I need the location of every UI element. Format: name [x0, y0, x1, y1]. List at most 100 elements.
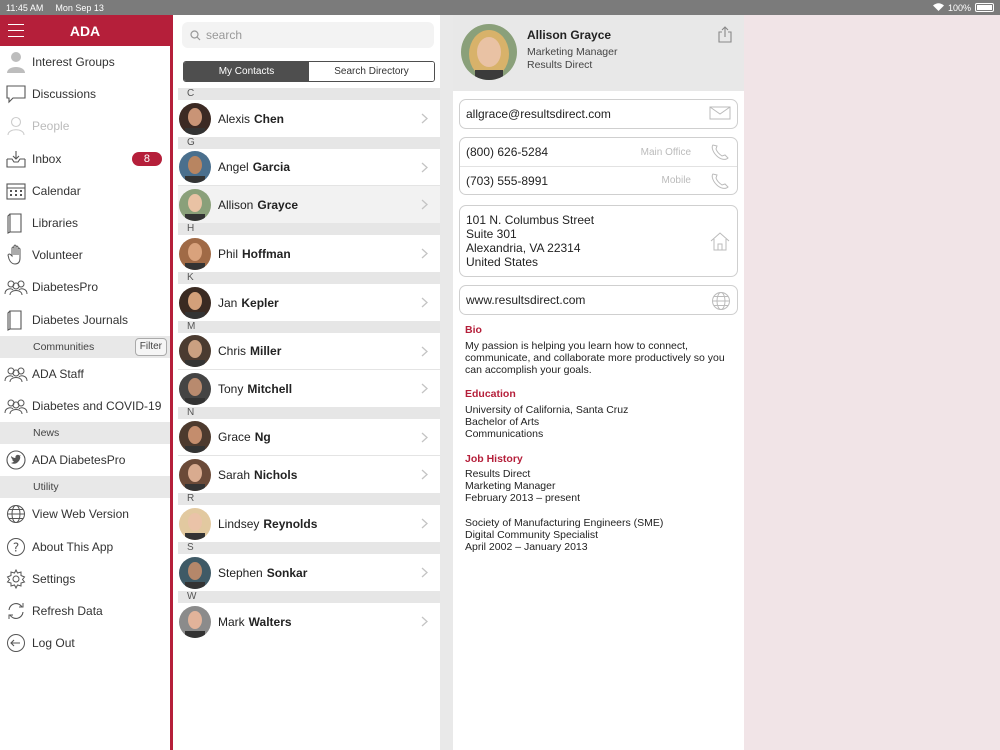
address-line: Alexandria, VA 22314	[466, 241, 581, 255]
sidebar-item-diabetes-journals[interactable]: Diabetes Journals	[0, 304, 170, 336]
email-row[interactable]: allgrace@resultsdirect.com	[460, 100, 737, 128]
sidebar-item-diabetespro[interactable]: DiabetesPro	[0, 271, 170, 303]
contact-first-name: Lindsey	[218, 516, 260, 531]
mail-icon	[709, 105, 731, 124]
group-icon	[0, 278, 32, 296]
contact-last-name: Mitchell	[247, 381, 293, 396]
share-icon[interactable]	[718, 26, 732, 48]
phone-label: Main Office	[640, 146, 691, 158]
email-value: allgrace@resultsdirect.com	[466, 107, 611, 121]
hamburger-menu-icon[interactable]	[8, 24, 24, 37]
contact-first-name: Jan	[218, 295, 238, 310]
avatar	[179, 151, 211, 183]
contact-name: Allison Grayce	[527, 28, 612, 42]
avatar	[179, 188, 211, 221]
sidebar-item-settings[interactable]: Settings	[0, 563, 170, 595]
contact-last-name: Grayce	[257, 197, 299, 212]
section-utility: Utility	[0, 476, 170, 499]
contact-row[interactable]: Stephen Sonkar	[178, 554, 440, 591]
sidebar-item-label: View Web Version	[32, 507, 129, 522]
contact-row[interactable]: Mark Walters	[178, 603, 440, 640]
chevron-right-icon	[421, 383, 428, 397]
contact-list: C Alexis Chen G Angel Garcia Allison Grayce H Phi…	[178, 88, 440, 640]
sidebar-item-volunteer[interactable]: Volunteer	[0, 239, 170, 271]
phone-icon	[709, 172, 731, 193]
panel-gap	[440, 15, 453, 750]
phone-label: Mobile	[661, 175, 691, 186]
sidebar-item-label: Diabetes Journals	[32, 312, 129, 327]
website-row[interactable]: www.resultsdirect.com	[460, 286, 737, 314]
group-icon	[0, 397, 32, 415]
logout-icon	[0, 633, 32, 653]
sidebar-item-diabetes-and-covid-19[interactable]: Diabetes and COVID-19	[0, 390, 170, 422]
filter-button[interactable]: Filter	[134, 337, 167, 356]
contact-row[interactable]: Chris Miller	[178, 333, 440, 370]
contact-row[interactable]: Jan Kepler	[178, 284, 440, 321]
inbox-icon	[0, 149, 32, 169]
person-icon	[0, 116, 32, 136]
sidebar-item-label: People	[32, 119, 70, 134]
avatar	[179, 556, 211, 589]
globe-icon	[711, 291, 731, 314]
sidebar-item-inbox[interactable]: Inbox 8	[0, 143, 170, 175]
contact-first-name: Mark	[218, 614, 245, 629]
address-line: 101 N. Columbus Street	[466, 213, 595, 227]
phone-row-mobile[interactable]: (703) 555-8991 Mobile	[460, 166, 737, 194]
contact-last-name: Garcia	[252, 160, 291, 174]
contact-row[interactable]: Angel Garcia	[178, 149, 440, 186]
sidebar-item-label: Interest Groups	[32, 55, 115, 70]
sidebar-item-refresh-data[interactable]: Refresh Data	[0, 595, 170, 627]
contact-last-name: Kepler	[241, 295, 279, 310]
contact-row[interactable]: Sarah Nichols	[178, 456, 440, 493]
sidebar-item-about-this-app[interactable]: ? About This App	[0, 530, 170, 562]
search-input[interactable]: search	[182, 22, 434, 48]
twitter-icon	[0, 450, 32, 470]
address-card[interactable]: 101 N. Columbus Street Suite 301 Alexand…	[459, 205, 738, 277]
contact-row[interactable]: Grace Ng	[178, 419, 440, 456]
chevron-right-icon	[421, 518, 428, 532]
sidebar-item-log-out[interactable]: Log Out	[0, 627, 170, 659]
search-icon	[190, 29, 201, 40]
tab-search-directory[interactable]: Search Directory	[309, 62, 434, 81]
section-index-letter: K	[178, 272, 440, 284]
tab-my-contacts[interactable]: My Contacts	[184, 62, 309, 81]
contact-row[interactable]: Alexis Chen	[178, 100, 440, 137]
contact-row[interactable]: Tony Mitchell	[178, 370, 440, 407]
contact-first-name: Angel	[218, 160, 249, 174]
status-time: 11:45 AM	[6, 2, 44, 13]
contact-row[interactable]: Allison Grayce	[178, 186, 440, 223]
section-index-letter: W	[178, 591, 440, 603]
job-entry: Results Direct Marketing Manager Februar…	[465, 468, 580, 504]
section-communities: Communities Filter	[0, 335, 170, 358]
group-icon	[0, 365, 32, 383]
sidebar-item-label: ADA DiabetesPro	[32, 453, 126, 468]
sidebar-item-label: DiabetesPro	[32, 280, 99, 295]
address-block: 101 N. Columbus Street Suite 301 Alexand…	[460, 206, 737, 276]
sidebar-item-libraries[interactable]: Libraries	[0, 207, 170, 239]
contact-row[interactable]: Phil Hoffman	[178, 235, 440, 272]
sidebar-item-ada-diabetespro[interactable]: ADA DiabetesPro	[0, 444, 170, 476]
chevron-right-icon	[421, 297, 428, 311]
contact-first-name: Grace	[218, 430, 251, 444]
contact-row[interactable]: Lindsey Reynolds	[178, 505, 440, 542]
contact-last-name: Miller	[250, 344, 282, 358]
phone-row-main[interactable]: (800) 626-5284 Main Office	[460, 138, 737, 166]
contact-first-name: Phil	[218, 246, 239, 261]
contact-first-name: Allison	[218, 197, 254, 212]
avatar	[179, 102, 211, 135]
sidebar-item-discussions[interactable]: Discussions	[0, 78, 170, 110]
sidebar-item-interest-groups[interactable]: Interest Groups	[0, 46, 170, 78]
sidebar-item-calendar[interactable]: Calendar	[0, 175, 170, 207]
address-line: United States	[466, 255, 539, 269]
contact-company: Results Direct	[527, 59, 593, 71]
bio-heading: Bio	[465, 324, 482, 336]
avatar	[179, 421, 211, 453]
chevron-right-icon	[421, 469, 428, 483]
contact-last-name: Sonkar	[266, 565, 308, 580]
detail-header: Allison Grayce Marketing Manager Results…	[453, 15, 744, 91]
education-heading: Education	[465, 388, 516, 400]
sidebar-item-ada-staff[interactable]: ADA Staff	[0, 358, 170, 390]
sidebar-item-view-web-version[interactable]: View Web Version	[0, 498, 170, 530]
chat-bubble-icon	[0, 84, 32, 104]
sidebar-item-label: About This App	[32, 539, 114, 554]
